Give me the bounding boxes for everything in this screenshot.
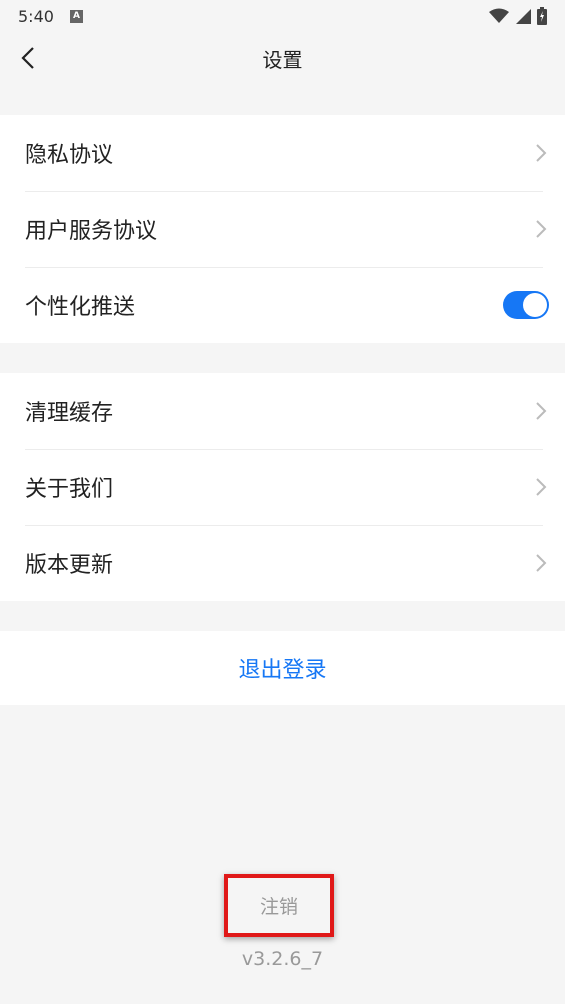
signal-icon (516, 9, 531, 24)
chevron-left-icon (21, 47, 34, 69)
privacy-policy-item[interactable]: 隐私协议 (0, 115, 565, 191)
wifi-icon (489, 8, 509, 23)
status-time: 5:40 (18, 6, 54, 26)
personalized-push-label: 个性化推送 (25, 295, 136, 320)
cancel-account-button[interactable]: 注销 (224, 874, 334, 937)
chevron-right-icon (536, 144, 547, 162)
version-update-item[interactable]: 版本更新 (0, 525, 565, 601)
clear-cache-label: 清理缓存 (25, 401, 114, 426)
logout-button[interactable]: 退出登录 (0, 631, 565, 705)
settings-group-2: 清理缓存 关于我们 版本更新 (0, 373, 565, 601)
chevron-right-icon (536, 220, 547, 238)
privacy-policy-label: 隐私协议 (25, 143, 114, 168)
user-agreement-label: 用户服务协议 (25, 219, 158, 244)
cancel-account-label: 注销 (259, 896, 298, 918)
toggle-knob (523, 293, 547, 317)
personalized-push-item: 个性化推送 (0, 267, 565, 343)
status-left: 5:40 A (18, 7, 83, 26)
version-text: v3.2.6_7 (241, 948, 324, 970)
version-update-label: 版本更新 (25, 553, 114, 578)
clear-cache-item[interactable]: 清理缓存 (0, 373, 565, 449)
personalized-push-toggle[interactable] (503, 291, 549, 319)
back-button[interactable] (12, 40, 44, 76)
chevron-right-icon (536, 478, 547, 496)
user-agreement-item[interactable]: 用户服务协议 (0, 191, 565, 267)
about-us-label: 关于我们 (25, 477, 114, 502)
page-title: 设置 (262, 47, 303, 72)
logout-label: 退出登录 (238, 658, 327, 683)
settings-group-1: 隐私协议 用户服务协议 个性化推送 (0, 115, 565, 343)
notification-icon: A (69, 9, 83, 23)
chevron-right-icon (536, 554, 547, 572)
chevron-right-icon (536, 402, 547, 420)
battery-icon (537, 7, 547, 25)
about-us-item[interactable]: 关于我们 (0, 449, 565, 525)
status-bar: 5:40 A (0, 0, 565, 32)
nav-bar: 设置 (0, 32, 565, 84)
status-icons (489, 7, 547, 25)
